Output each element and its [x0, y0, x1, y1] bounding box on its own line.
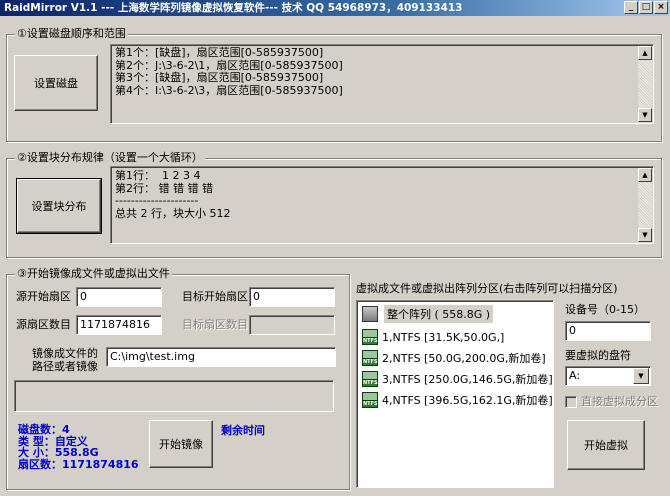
- ntfs-drive-icon: NTFS: [362, 350, 378, 366]
- block-layout-scrollbar[interactable]: ▲ ▼: [638, 168, 652, 242]
- minimize-button[interactable]: _: [624, 1, 638, 14]
- ntfs-icon-text: NTFS: [363, 401, 378, 407]
- image-path-input[interactable]: C:\img\test.img: [106, 347, 336, 367]
- drive-letter-label: 要虚拟的盘符: [565, 349, 631, 362]
- target-sector-count-input: [249, 315, 335, 335]
- disk-line-4: 第4个：I:\3-6-2\3，扇区范围[0-585937500]: [115, 83, 343, 97]
- drive-letter-value: A:: [569, 369, 581, 382]
- mirror-group-title: ③开始镜像成文件或虚拟出文件: [15, 267, 172, 281]
- source-start-sector-input[interactable]: 0: [76, 287, 162, 307]
- start-virtual-button[interactable]: 开始虚拟: [567, 420, 645, 470]
- disk-list-scrollbar[interactable]: ▲ ▼: [638, 46, 652, 122]
- target-sector-count-label: 目标扇区数目: [182, 318, 248, 331]
- ntfs-icon-text: NTFS: [363, 359, 378, 365]
- disk-order-group-title: ①设置磁盘顺序和范围: [15, 27, 128, 41]
- start-mirror-button[interactable]: 开始镜像: [149, 420, 213, 468]
- disk-array-icon: [362, 306, 378, 322]
- image-path-label-line1: 镜像成文件的: [32, 347, 98, 360]
- partition-label-2: 2,NTFS [50.0G,200.0G,新加卷]: [382, 352, 546, 365]
- progress-bar: [14, 380, 334, 412]
- window-title: RaidMirror V1.1 --- 上海数学阵列镜像虚拟恢复软件--- 技术…: [4, 2, 463, 14]
- partition-tree[interactable]: 整个阵列 ( 558.8G ) NTFS 1,NTFS [31.5K,50.0G…: [356, 300, 554, 488]
- partition-label-4: 4,NTFS [396.5G,162.1G,新加卷]: [382, 394, 553, 407]
- direct-partition-checkbox[interactable]: [565, 396, 577, 408]
- ntfs-icon-text: NTFS: [363, 338, 378, 344]
- source-start-sector-label: 源开始扇区: [16, 290, 71, 303]
- block-layout-group-title: ②设置块分布规律（设置一个大循环）: [15, 151, 205, 165]
- partition-label-3: 3,NTFS [250.0G,146.5G,新加卷]: [382, 373, 553, 386]
- partition-item-3[interactable]: NTFS 3,NTFS [250.0G,146.5G,新加卷]: [362, 369, 553, 389]
- virtual-panel-title: 虚拟成文件或虚拟出阵列分区(右击阵列可以扫描分区): [356, 282, 618, 295]
- chevron-down-icon[interactable]: ▼: [633, 368, 649, 384]
- ntfs-drive-icon: NTFS: [362, 392, 378, 408]
- partition-item-1[interactable]: NTFS 1,NTFS [31.5K,50.0G,]: [362, 327, 504, 347]
- ntfs-drive-icon: NTFS: [362, 329, 378, 345]
- partition-label-1: 1,NTFS [31.5K,50.0G,]: [382, 330, 505, 344]
- close-button[interactable]: ×: [654, 1, 668, 14]
- set-block-layout-button[interactable]: 设置块分布: [16, 178, 102, 234]
- device-number-input[interactable]: 0: [565, 321, 651, 341]
- scroll-up-arrow-icon[interactable]: ▲: [638, 168, 652, 182]
- summary-sector-count: 扇区数：1171874816: [18, 457, 139, 471]
- device-number-label: 设备号（0-15）: [565, 303, 645, 316]
- block-layout-box: 第1行： 1 2 3 4 第2行： 错 错 错 错 --------------…: [110, 166, 654, 244]
- image-path-label-line2: 路径或者镜像: [32, 360, 98, 373]
- drive-letter-select[interactable]: A: ▼: [565, 366, 651, 386]
- disk-line-1: 第1个：[缺盘]，扇区范围[0-585937500]: [115, 46, 324, 59]
- partition-item-2[interactable]: NTFS 2,NTFS [50.0G,200.0G,新加卷]: [362, 348, 546, 368]
- disk-list-box: 第1个：[缺盘]，扇区范围[0-585937500] 第2个：J:\3-6-2\…: [110, 44, 654, 124]
- scroll-up-arrow-icon[interactable]: ▲: [638, 46, 652, 60]
- partition-item-4[interactable]: NTFS 4,NTFS [396.5G,162.1G,新加卷]: [362, 390, 553, 410]
- set-disks-button[interactable]: 设置磁盘: [14, 55, 98, 111]
- source-sector-count-label: 源扇区数目: [16, 318, 71, 331]
- ntfs-drive-icon: NTFS: [362, 371, 378, 387]
- block-line-4: 总共 2 行，块大小 512: [115, 206, 231, 220]
- summary-disk-count: 磁盘数：4: [18, 423, 70, 436]
- source-sector-count-input[interactable]: 1171874816: [76, 315, 162, 335]
- maximize-button[interactable]: □: [639, 1, 653, 14]
- scroll-down-arrow-icon[interactable]: ▼: [638, 108, 652, 122]
- target-start-sector-input[interactable]: 0: [249, 287, 335, 307]
- whole-array-label: 整个阵列 ( 558.8G ): [384, 305, 494, 323]
- disk-line-3: 第3个：[缺盘]，扇区范围[0-585937500]: [115, 71, 324, 84]
- title-bar: RaidMirror V1.1 --- 上海数学阵列镜像虚拟恢复软件--- 技术…: [0, 0, 670, 16]
- summary-size: 大 小：558.8G: [18, 446, 99, 459]
- target-start-sector-label: 目标开始扇区: [182, 290, 248, 303]
- remaining-time-label: 剩余时间: [221, 424, 265, 437]
- direct-partition-label: 直接虚拟成分区: [581, 395, 658, 408]
- scroll-down-arrow-icon[interactable]: ▼: [638, 228, 652, 242]
- ntfs-icon-text: NTFS: [363, 380, 378, 386]
- whole-array-item[interactable]: 整个阵列 ( 558.8G ): [362, 304, 494, 324]
- block-line-1: 第1行： 1 2 3 4: [115, 169, 201, 182]
- block-line-3: ---------------------: [115, 194, 199, 207]
